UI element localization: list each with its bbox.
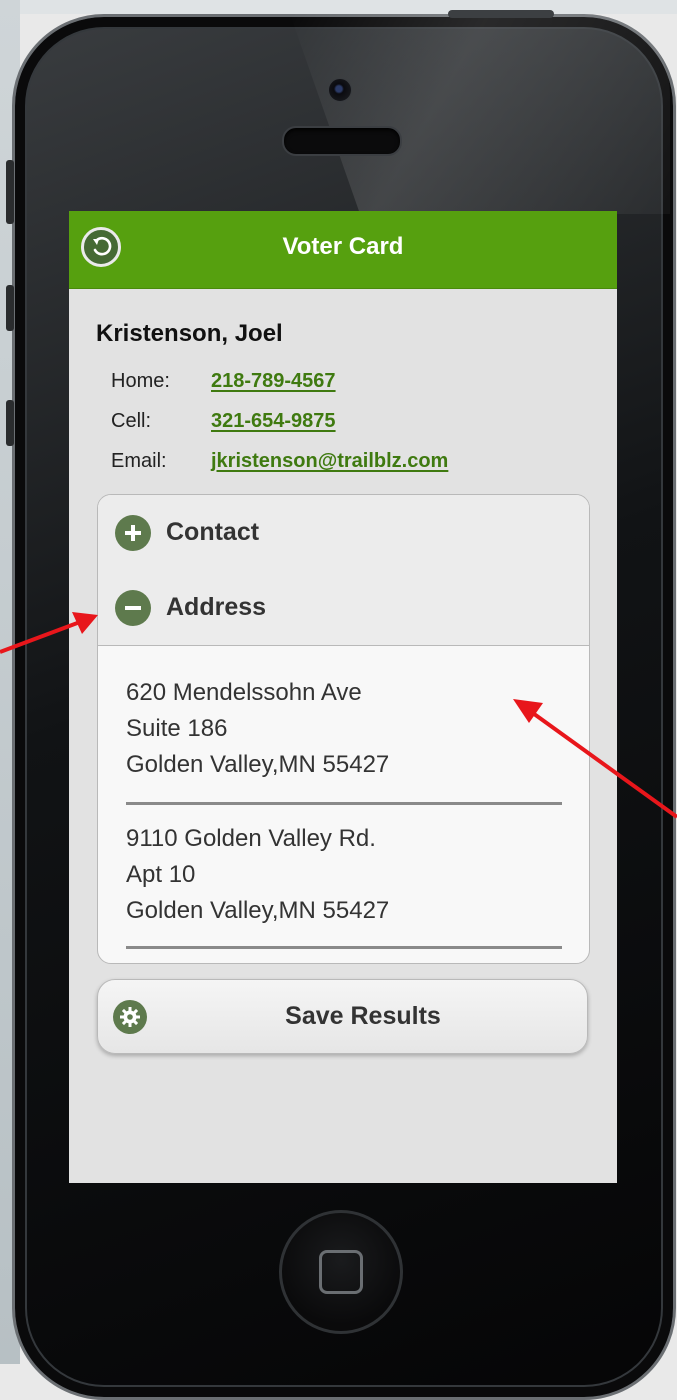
address-item: 9110 Golden Valley Rd. Apt 10 Golden Val… — [126, 821, 389, 929]
address-section-header[interactable]: Address — [98, 570, 589, 646]
home-label: Home: — [111, 370, 170, 392]
volume-up-button — [6, 285, 14, 331]
address-line3: Golden Valley,MN 55427 — [126, 897, 390, 924]
front-camera — [328, 78, 352, 102]
contact-section-label: Contact — [166, 518, 260, 546]
annotation-arrow-right — [513, 699, 677, 819]
plus-circle-icon — [115, 515, 151, 551]
address-item: 620 Mendelssohn Ave Suite 186 Golden Val… — [126, 675, 389, 783]
plus-glyph — [125, 525, 141, 541]
address-section-label: Address — [166, 593, 267, 621]
address-line2: Suite 186 — [126, 715, 228, 742]
minus-circle-icon — [115, 590, 151, 626]
cell-phone-link[interactable]: 321-654-9875 — [211, 410, 336, 433]
minus-glyph — [125, 606, 141, 610]
page-title: Voter Card — [282, 233, 404, 260]
address-line1: 620 Mendelssohn Ave — [126, 679, 362, 706]
cell-label: Cell: — [111, 410, 152, 432]
background-top — [0, 0, 677, 14]
address-divider — [126, 802, 562, 805]
home-button[interactable] — [279, 1210, 403, 1334]
address-line3: Golden Valley,MN 55427 — [126, 751, 390, 778]
email-link[interactable]: jkristenson@trailblz.com — [211, 450, 448, 473]
home-phone-link[interactable]: 218-789-4567 — [211, 370, 336, 393]
save-results-button[interactable]: Save Results — [97, 979, 588, 1054]
annotation-arrow-left — [0, 612, 98, 654]
volume-down-button — [6, 400, 14, 446]
save-results-label: Save Results — [285, 1002, 441, 1030]
earpiece-speaker — [282, 126, 402, 156]
mute-switch — [6, 160, 14, 224]
address-divider — [126, 946, 562, 949]
header-bar: Voter Card — [69, 211, 617, 289]
address-line1: 9110 Golden Valley Rd. — [126, 825, 376, 852]
address-line2: Apt 10 — [126, 861, 196, 888]
voter-name: Kristenson, Joel — [96, 320, 283, 347]
power-button — [448, 10, 554, 18]
email-label: Email: — [111, 450, 167, 472]
home-square-icon — [319, 1250, 363, 1294]
contact-section-header[interactable]: Contact — [98, 495, 589, 571]
